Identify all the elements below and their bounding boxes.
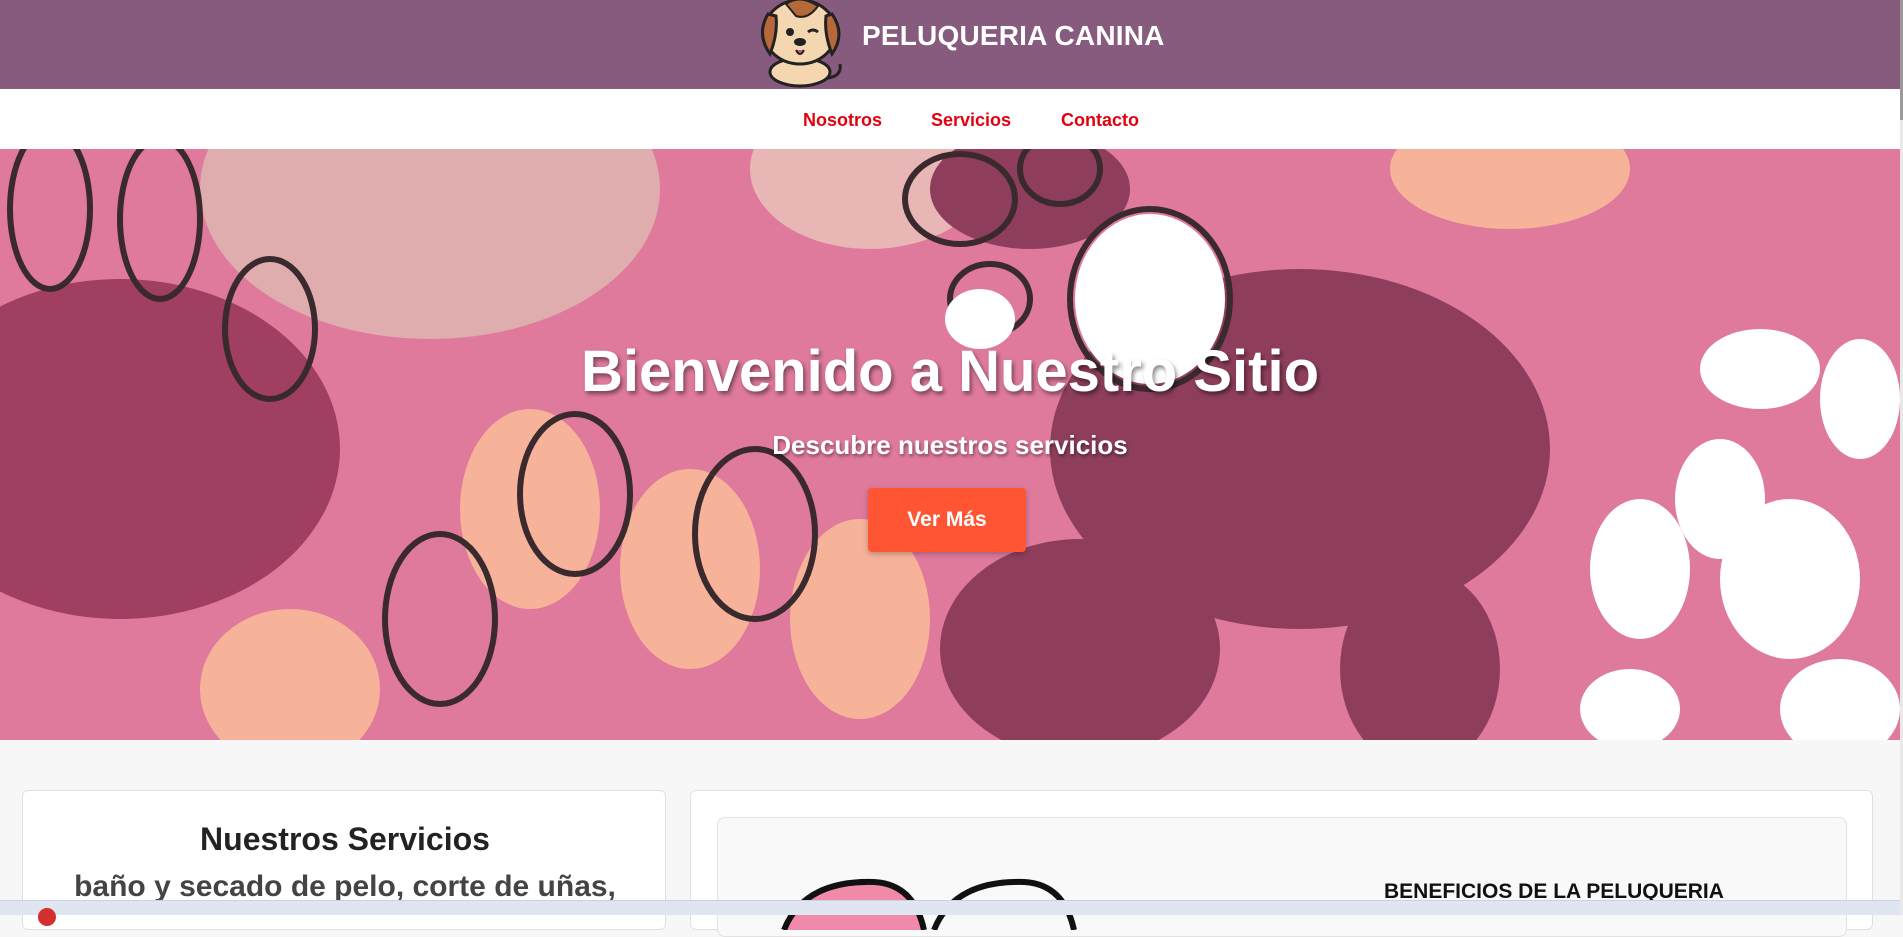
- services-text: baño y secado de pelo, corte de uñas,: [74, 870, 616, 903]
- hero-title: Bienvenido a Nuestro Sitio: [581, 339, 1319, 404]
- nav-item-servicios[interactable]: Servicios: [931, 110, 1011, 131]
- ver-mas-button[interactable]: Ver Más: [868, 488, 1026, 552]
- dog-mascot-icon[interactable]: [748, 0, 852, 88]
- taskbar: [0, 900, 1903, 915]
- hero-subtitle: Descubre nuestros servicios: [772, 430, 1128, 460]
- brand-title: PELUQUERIA CANINA: [862, 20, 1165, 51]
- nav-item-nosotros[interactable]: Nosotros: [803, 110, 882, 131]
- nav-item-contacto[interactable]: Contacto: [1061, 110, 1139, 131]
- notification-icon[interactable]: [38, 908, 56, 926]
- main-nav: Nosotros Servicios Contacto: [0, 89, 1900, 149]
- hero-banner: Bienvenido a Nuestro Sitio Descubre nues…: [0, 149, 1900, 740]
- services-title: Nuestros Servicios: [200, 821, 490, 857]
